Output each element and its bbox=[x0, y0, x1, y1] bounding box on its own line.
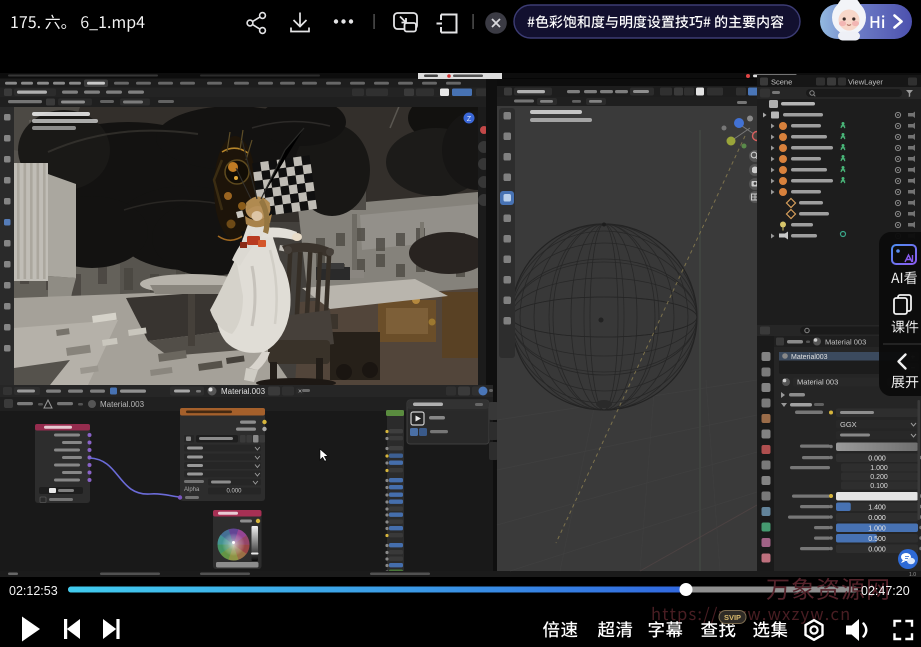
svg-text:1.400: 1.400 bbox=[868, 504, 886, 511]
svg-text:0.200: 0.200 bbox=[870, 474, 888, 481]
svg-text:0.000: 0.000 bbox=[226, 489, 242, 495]
svg-text:02:12:53: 02:12:53 bbox=[9, 584, 58, 598]
svg-text:×: × bbox=[298, 389, 302, 396]
svg-text:Material 003: Material 003 bbox=[797, 378, 838, 387]
svg-text:1.000: 1.000 bbox=[870, 465, 888, 472]
svg-text:ViewLayer: ViewLayer bbox=[848, 78, 883, 87]
svg-text:Scene: Scene bbox=[771, 78, 792, 87]
svg-text:0.100: 0.100 bbox=[870, 483, 888, 490]
svg-text:Z: Z bbox=[467, 116, 472, 123]
svg-text:0.000: 0.000 bbox=[868, 546, 886, 553]
svg-text:Alpha: Alpha bbox=[184, 487, 200, 493]
svg-text:0.000: 0.000 bbox=[868, 455, 886, 462]
svg-text:0.000: 0.000 bbox=[868, 515, 886, 522]
svg-text:GGX: GGX bbox=[840, 420, 857, 429]
svg-text:SVIP: SVIP bbox=[724, 613, 741, 622]
svg-text:Material.003: Material.003 bbox=[221, 387, 266, 396]
svg-text:Material.003: Material.003 bbox=[100, 400, 145, 409]
svg-text:Material003: Material003 bbox=[791, 354, 828, 361]
svg-text:Material 003: Material 003 bbox=[825, 338, 866, 347]
svg-text:1.000: 1.000 bbox=[868, 525, 886, 532]
svg-text:02:47:20: 02:47:20 bbox=[861, 584, 910, 598]
svg-text:0.500: 0.500 bbox=[868, 536, 886, 543]
